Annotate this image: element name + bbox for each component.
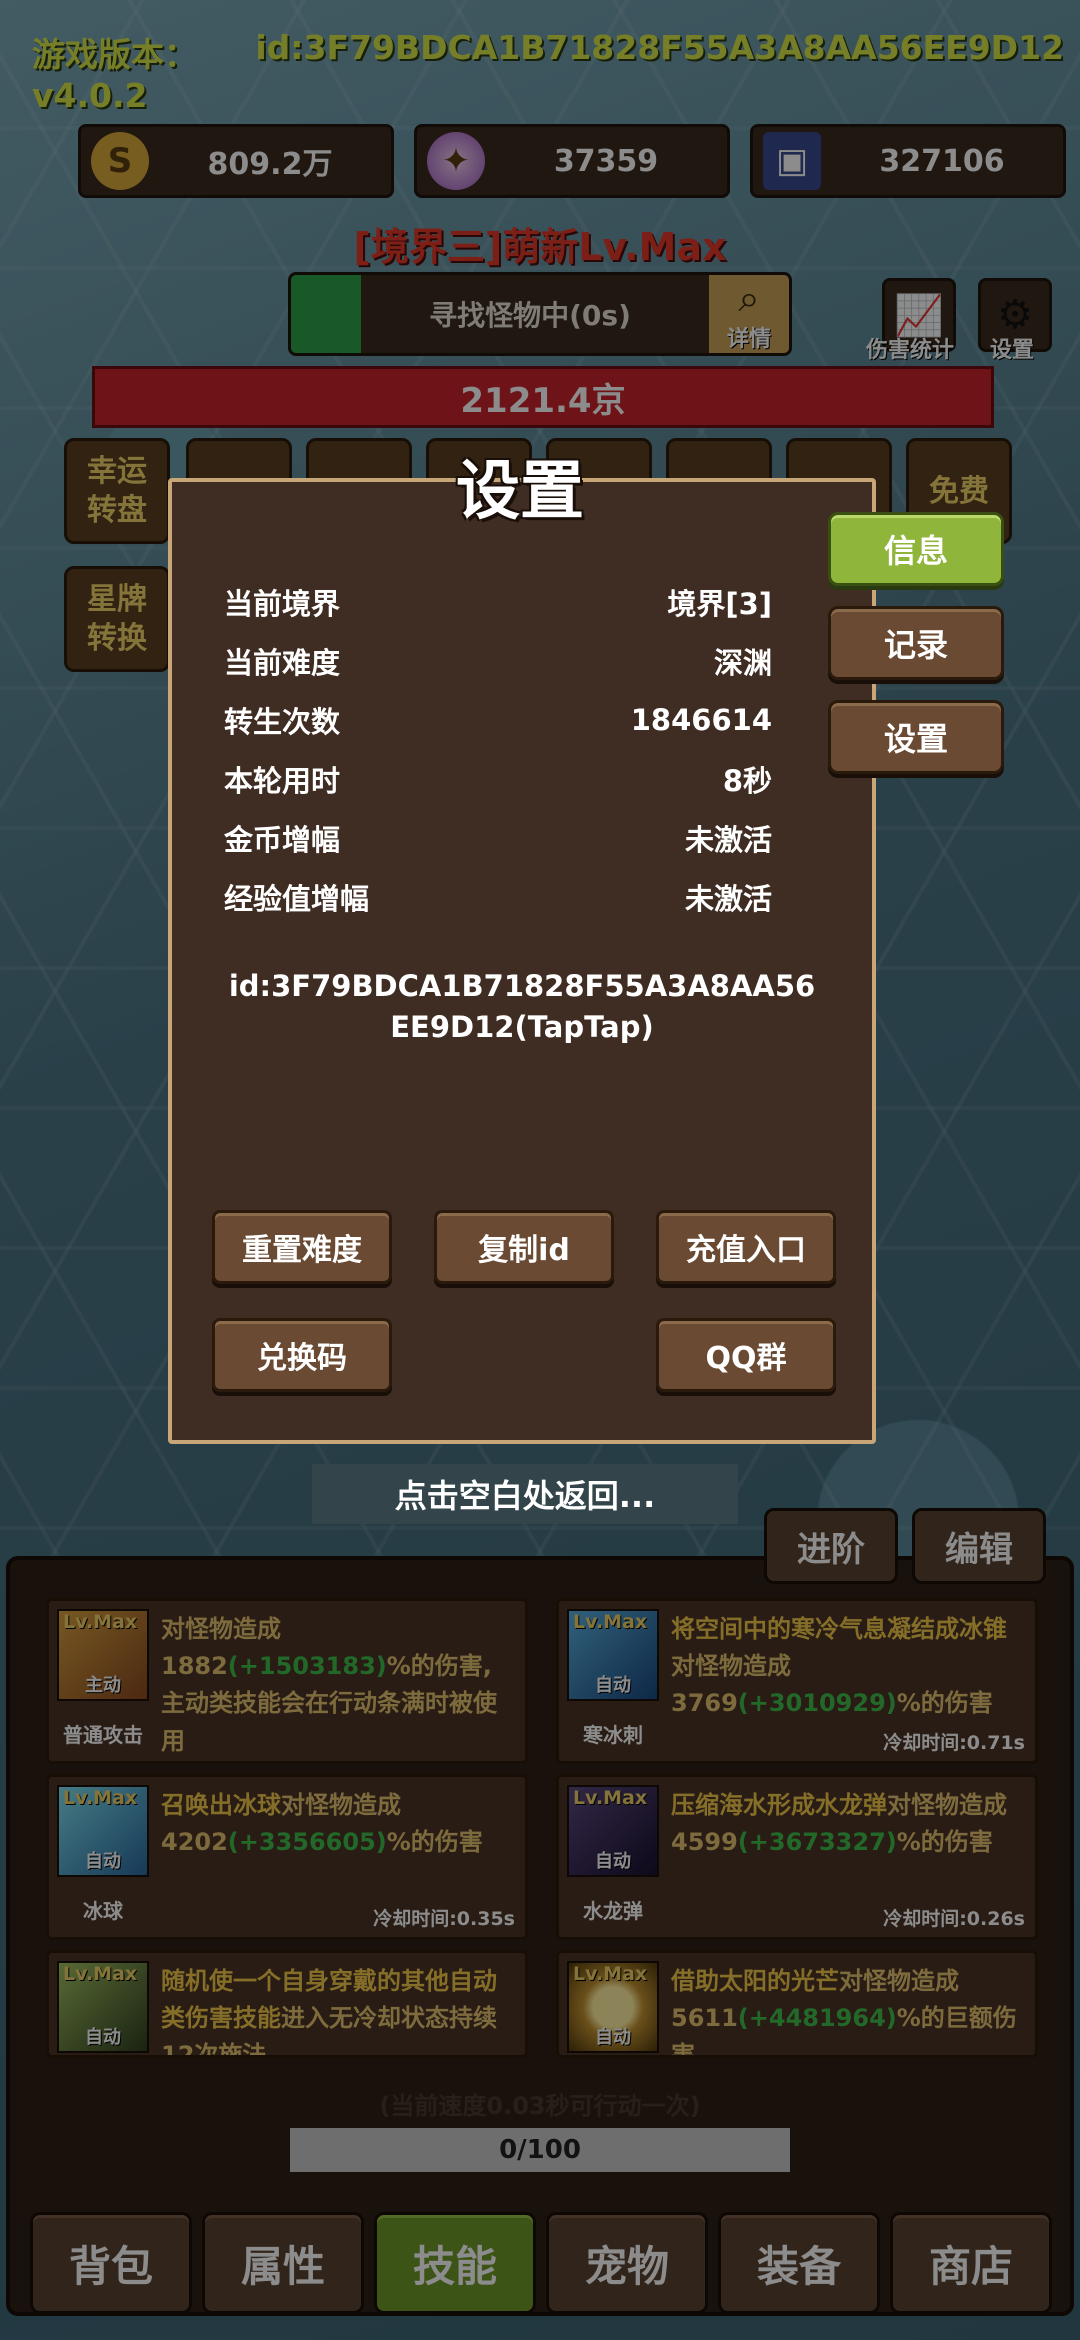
info-label: 本轮用时 [224,764,341,798]
info-label: 转生次数 [224,705,341,739]
reset-difficulty-button[interactable]: 重置难度 [212,1210,392,1284]
info-row-gold-boost: 金币增幅 未激活 [224,818,772,858]
info-row-exp-boost: 经验值增幅 未激活 [224,877,772,917]
info-value: 境界[3] [667,587,772,621]
info-row-time: 本轮用时 8秒 [224,759,772,799]
info-label: 当前难度 [224,646,341,680]
tap-to-return-hint: 点击空白处返回... [312,1464,738,1524]
tab-info[interactable]: 信息 [828,512,1004,586]
tab-record[interactable]: 记录 [828,606,1004,680]
info-label: 当前境界 [224,587,341,621]
info-row-rebirths: 转生次数 1846614 [224,700,772,740]
info-value: 8秒 [722,764,772,798]
info-row-realm: 当前境界 境界[3] [224,582,772,622]
info-value: 未激活 [684,823,772,857]
info-label: 金币增幅 [224,823,341,857]
account-id: id:3F79BDCA1B71828F55A3A8AA56EE9D12(TapT… [228,969,816,1044]
info-row-difficulty: 当前难度 深渊 [224,641,772,681]
info-value: 未激活 [684,882,772,916]
settings-modal: 当前境界 境界[3] 当前难度 深渊 转生次数 1846614 本轮用时 8秒 … [168,478,876,1444]
redeem-code-button[interactable]: 兑换码 [212,1318,392,1392]
recharge-button[interactable]: 充值入口 [656,1210,836,1284]
info-label: 经验值增幅 [224,882,370,916]
qq-group-button[interactable]: QQ群 [656,1318,836,1392]
info-value: 深渊 [713,646,772,680]
copy-id-button[interactable]: 复制id [434,1210,614,1284]
info-value: 1846614 [630,703,772,737]
tab-settings[interactable]: 设置 [828,700,1004,774]
